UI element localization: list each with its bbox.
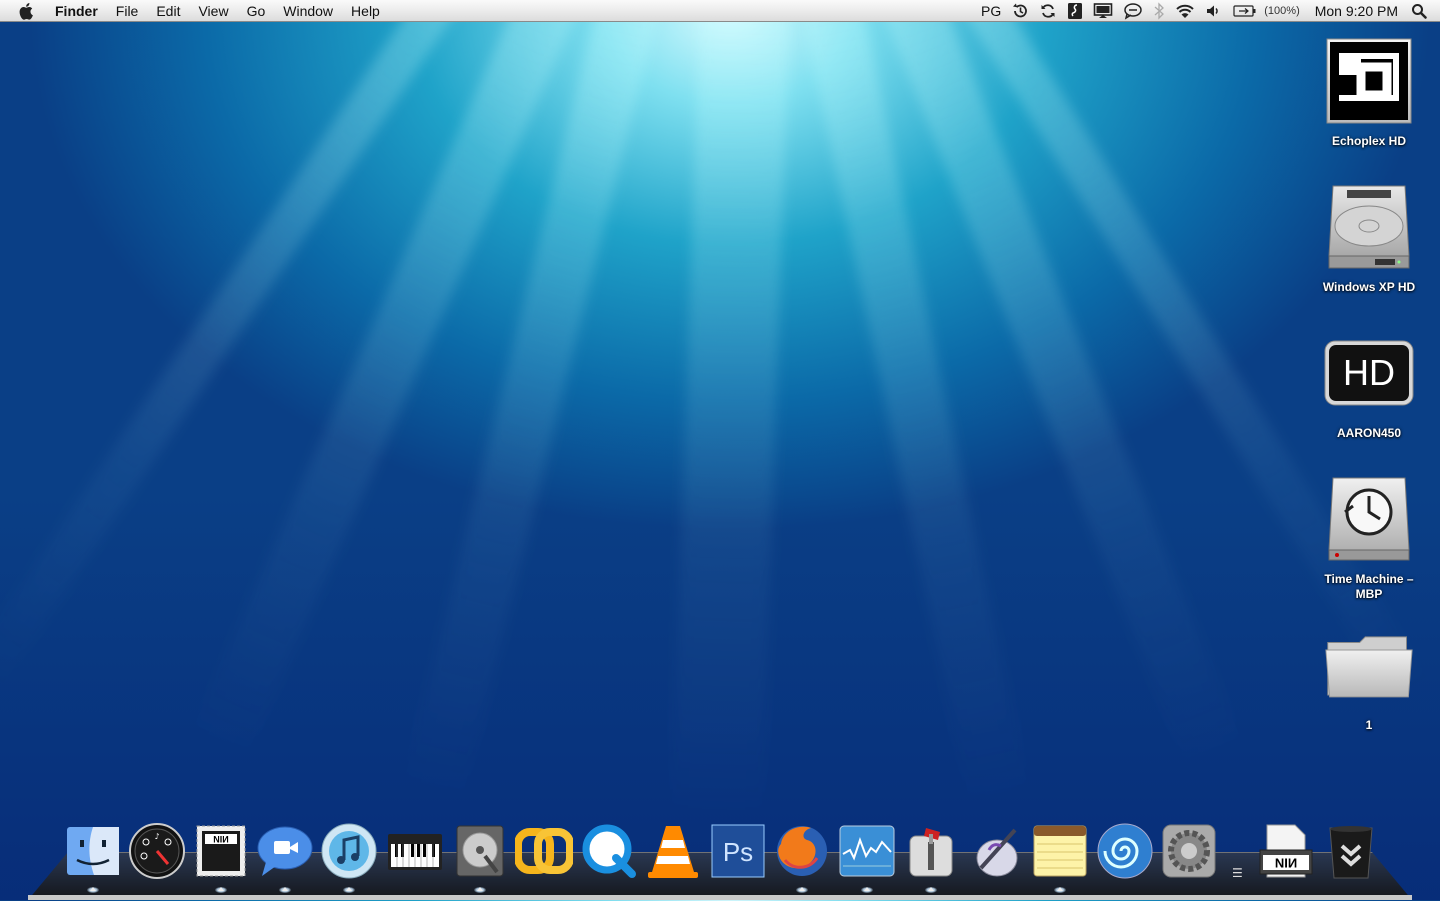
running-indicator [474,887,486,893]
nin-stamp-icon: NIИ [196,825,246,877]
dock-item-ichat[interactable] [255,818,315,880]
desktop-icon-time-machine-mbp[interactable]: Time Machine – MBP [1309,474,1429,602]
volume-icon[interactable] [1200,0,1228,22]
menu-window[interactable]: Window [274,0,342,22]
dock-item-activity-monitor[interactable] [837,818,897,880]
menu-file[interactable]: File [107,0,148,22]
transmission-icon [909,828,953,877]
activity-monitor-icon [839,825,895,877]
dock-item-link[interactable] [514,818,574,880]
running-indicator [279,887,291,893]
sync-icon[interactable] [1034,0,1062,22]
desktop-icon-windows-xp-hd[interactable]: Windows XP HD [1309,182,1429,295]
hard-drive-icon [1324,182,1414,272]
desktop-icon-echoplex-hd[interactable]: Echoplex HD [1309,36,1429,149]
spiral-icon [1097,823,1153,879]
photoshop-icon: Ps [711,824,765,878]
dashboard-icon: ♪ [129,823,185,879]
clock[interactable]: Mon 9:20 PM [1305,0,1406,22]
battery-icon[interactable] [1228,0,1259,22]
running-indicator [925,887,937,893]
running-indicator [343,887,355,893]
desktop-icon-folder-1[interactable]: 1 [1309,620,1429,733]
firefox-icon [777,826,827,876]
running-indicator [796,887,808,893]
menu-help[interactable]: Help [342,0,389,22]
desktop-icon-label: Windows XP HD [1322,280,1416,294]
running-indicator [87,887,99,893]
dock-item-dashboard[interactable]: ♪ [127,818,187,880]
trash-icon [1329,826,1373,879]
dock-item-firefox[interactable] [772,818,832,880]
script-icon[interactable] [1062,0,1088,22]
wifi-icon[interactable] [1170,0,1200,22]
time-machine-icon[interactable] [1006,0,1034,22]
dock-item-system-preferences[interactable] [1159,818,1219,880]
dock-item-keyboard[interactable] [385,818,445,880]
desktop-icon-label: Echoplex HD [1331,134,1406,148]
dock-item-script-editor[interactable] [966,818,1026,880]
dock-item-disk-utility[interactable] [450,818,510,880]
dock-item-spiral[interactable] [1095,818,1155,880]
svg-text:NIИ: NIИ [213,835,228,845]
spotlight-icon[interactable] [1406,0,1432,22]
menu-edit[interactable]: Edit [147,0,189,22]
menu-bar: Finder File Edit View Go Window Help PG [0,0,1440,22]
time-machine-drive-icon [1324,474,1414,564]
chain-link-icon [515,828,573,874]
dock-item-transmission[interactable] [901,818,961,880]
desktop-icon-label: 1 [1365,718,1373,732]
label-line-1: Time Machine – [1324,572,1414,586]
dock-item-trash[interactable] [1321,818,1381,880]
running-indicator [1054,887,1066,893]
dock-item-quicktime[interactable] [579,818,639,880]
dock-item-itunes[interactable] [319,818,379,880]
dock: ♪ NIИ Ps NIИ [0,818,1440,888]
desktop-icon-label: Time Machine – MBP [1309,572,1429,602]
echoplex-drive-icon [1324,36,1414,126]
dock-item-nin[interactable]: NIИ [191,818,251,880]
folder-icon [1324,620,1414,710]
label-line-2: MBP [1355,587,1383,601]
notepad-icon [1033,825,1087,877]
app-menu-finder[interactable]: Finder [46,0,107,22]
nin-document-icon: NIИ [1259,824,1313,878]
menu-view[interactable]: View [189,0,237,22]
desktop-icon-aaron450[interactable]: HD AARON450 [1309,328,1429,441]
svg-text:NIИ: NIИ [1275,856,1297,871]
quicktime-icon [582,824,636,878]
system-preferences-icon [1162,824,1216,878]
ichat-icon [257,826,313,876]
running-indicator [215,887,227,893]
display-icon[interactable] [1088,0,1118,22]
desktop-icon-label: AARON450 [1336,426,1402,440]
svg-text:Ps: Ps [723,837,753,867]
bluetooth-icon[interactable] [1148,0,1170,22]
chat-status-icon[interactable] [1118,0,1148,22]
piano-keyboard-icon [388,834,442,870]
script-editor-icon [976,828,1018,877]
dock-separator-stack-icon[interactable]: ☰ [1232,866,1243,880]
apple-menu-icon[interactable] [16,0,38,22]
dock-item-vlc[interactable] [643,818,703,880]
battery-percent[interactable]: (100%) [1259,0,1304,22]
hd-icon: HD [1324,328,1414,418]
status-menus: PG (100%) Mon 9:20 PM [976,0,1440,22]
svg-text:HD: HD [1343,352,1395,393]
vlc-icon [648,826,698,878]
dock-item-finder[interactable] [63,818,123,880]
svg-text:♪: ♪ [154,832,159,841]
dock-item-notes[interactable] [1030,818,1090,880]
input-source-menu[interactable]: PG [976,0,1006,22]
itunes-icon [321,823,377,879]
running-indicator [861,887,873,893]
dock-item-photoshop[interactable]: Ps [708,818,768,880]
disk-utility-icon [456,825,504,877]
finder-icon [67,827,119,875]
dock-item-nin-document[interactable]: NIИ [1256,818,1316,880]
menu-go[interactable]: Go [238,0,275,22]
dock-front-edge [28,895,1412,900]
